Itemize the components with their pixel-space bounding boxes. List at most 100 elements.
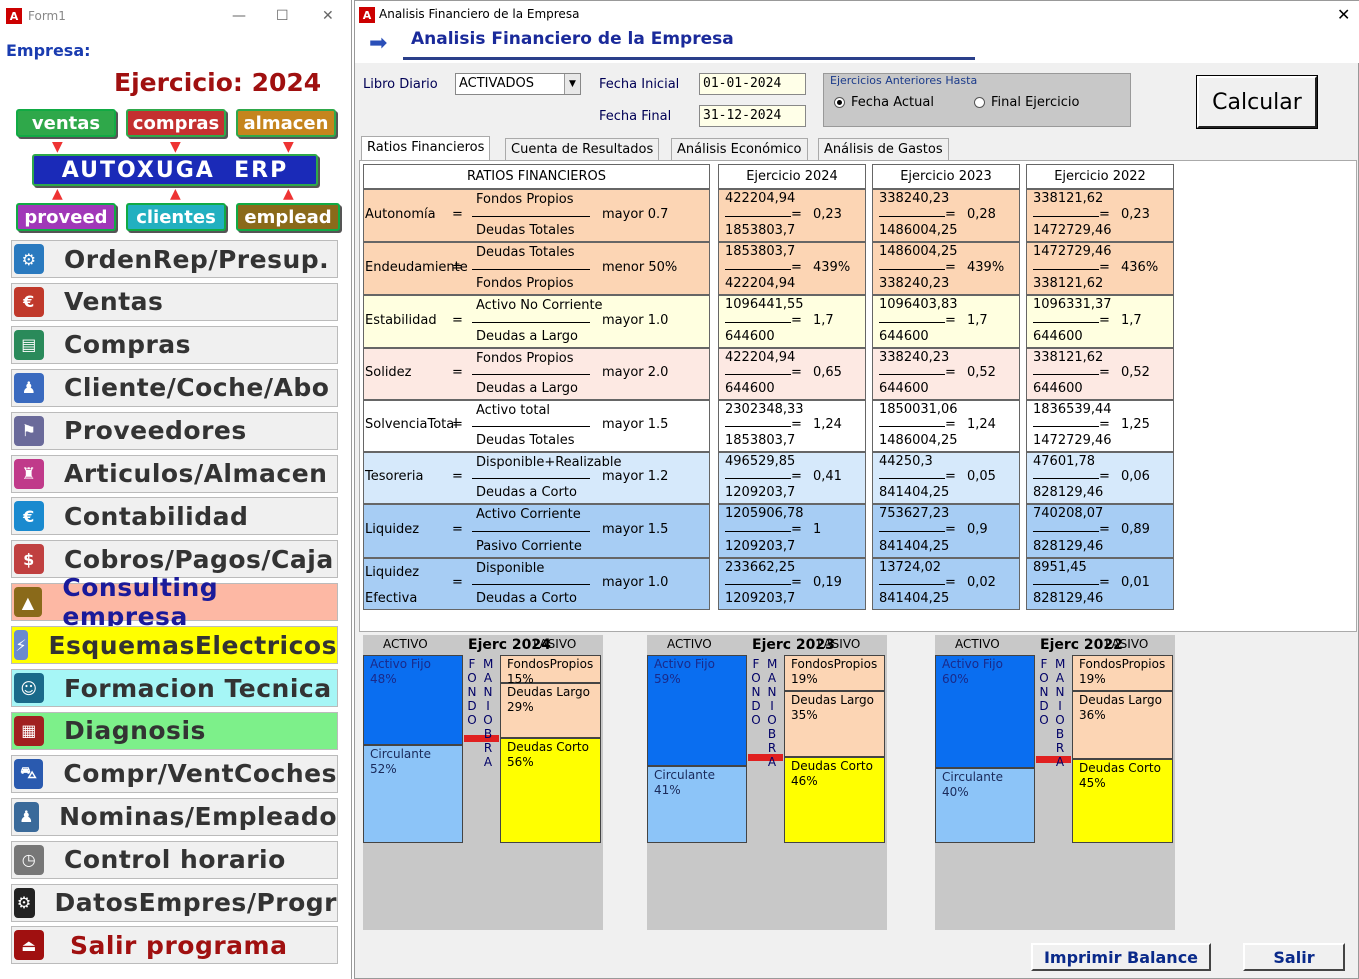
equals-sign: = (945, 260, 956, 275)
ratio-value-cell: 1850031,06 = 1486004,25 1,24 (872, 400, 1020, 452)
ejercicios-group: Ejercicios Anteriores Hasta Fecha Actual… (823, 73, 1131, 127)
fraction-line (472, 478, 590, 479)
almacen-tag[interactable]: almacen (236, 109, 336, 137)
proveed-tag[interactable]: proveed (16, 203, 116, 231)
clients-icon: ♟ (14, 372, 44, 403)
menu-item-2[interactable]: ▤ Compras (11, 325, 338, 364)
block-label: Activo Fijo (654, 657, 715, 671)
fraction-line (472, 374, 590, 375)
menu-item-12[interactable]: ⛍ Compr/VentCoches (11, 754, 338, 793)
diagnosis-icon: ▦ (14, 715, 44, 746)
imprimir-balance-button[interactable]: Imprimir Balance (1031, 943, 1211, 971)
tab-2[interactable]: Análisis Económico (671, 138, 808, 160)
ratio-denominator: Deudas a Largo (476, 329, 579, 344)
menu-item-14[interactable]: ◷ Control horario (11, 840, 338, 879)
minimize-button[interactable]: — (232, 8, 246, 24)
close-button[interactable]: ✕ (322, 8, 334, 24)
value-denominator: 841404,25 (879, 539, 950, 554)
equals-sign: = (945, 207, 956, 222)
fraction-line (879, 216, 945, 217)
fecha-inicial-input[interactable]: 01-01-2024 (699, 73, 806, 95)
menu-item-9[interactable]: ⚡ EsquemasElectricos (11, 626, 338, 665)
libro-select[interactable]: ACTIVADOS ▼ (455, 73, 581, 95)
ratio-denominator: Deudas a Corto (476, 485, 577, 500)
warehouse-icon: ♜ (14, 458, 44, 489)
maniobra-letter: N (767, 685, 777, 699)
menu-item-8[interactable]: ▲ Consulting empresa (11, 573, 338, 631)
tab-0[interactable]: Ratios Financieros (361, 136, 491, 161)
menu-item-5[interactable]: ♜ Articulos/Almacen (11, 454, 338, 493)
salir-button[interactable]: Salir (1243, 943, 1345, 971)
arrow-up-icon: ▲ (170, 186, 181, 202)
value-numerator: 13724,02 (879, 560, 942, 575)
pasivo-label: PASIVO (533, 637, 577, 651)
close-button[interactable]: ✕ (1337, 5, 1350, 24)
year-header: Ejercicio 2022 (1026, 164, 1174, 189)
menu-item-16[interactable]: ⏏ Salir programa (11, 926, 338, 965)
maniobra-letter: A (767, 755, 777, 769)
chevron-down-icon[interactable]: ▼ (564, 74, 580, 94)
fondo-letter: F (1040, 657, 1048, 671)
menu-item-label: EsquemasElectricos (48, 630, 337, 660)
equals-sign: = (791, 417, 802, 432)
equals-sign: = (452, 260, 463, 275)
pasivo-label: PASIVO (817, 637, 861, 651)
maniobra-letter: A (1055, 755, 1065, 769)
block-pct: 52% (370, 762, 397, 776)
menu-item-label: Contabilidad (64, 501, 249, 531)
value-numerator: 1205906,78 (725, 506, 804, 521)
radio-fecha-actual[interactable]: Fecha Actual (834, 95, 934, 110)
equals-sign: = (1099, 575, 1110, 590)
equals-sign: = (791, 260, 802, 275)
calcular-button[interactable]: Calcular (1196, 75, 1318, 129)
radio-final-ejercicio[interactable]: Final Ejercicio (974, 95, 1079, 110)
maximize-button[interactable]: ☐ (276, 8, 289, 24)
ejercicio-label: Ejercicio: 2024 (114, 68, 322, 97)
menu-item-label: Proveedores (64, 416, 247, 446)
ventas-tag[interactable]: ventas (16, 109, 116, 137)
app-icon: A (6, 8, 22, 24)
activo-fijo-block: Activo Fijo 48% (363, 655, 463, 745)
menu-item-4[interactable]: ⚑ Proveedores (11, 411, 338, 450)
equals-sign: = (452, 207, 463, 222)
maniobra-letter: N (483, 685, 493, 699)
menu-item-0[interactable]: ⚙ OrdenRep/Presup. (11, 240, 338, 278)
value-numerator: 338121,62 (1033, 191, 1104, 206)
menu-item-10[interactable]: ☺ Formacion Tecnica (11, 669, 338, 707)
deudas-corto-block: Deudas Corto 45% (1072, 759, 1173, 843)
libro-label: Libro Diario (363, 77, 438, 92)
menu-item-6[interactable]: € Contabilidad (11, 497, 338, 536)
ratio-condition: mayor 0.7 (602, 207, 669, 222)
tab-1[interactable]: Cuenta de Resultados (505, 138, 660, 160)
arrow-down-icon: ▼ (170, 139, 181, 155)
ratio-value-cell: 338121,62 = 644600 0,52 (1026, 348, 1174, 400)
compras-tag[interactable]: compras (126, 109, 226, 137)
block-pct: 46% (791, 774, 818, 788)
empresa-label: Empresa: (6, 41, 91, 60)
menu-item-15[interactable]: ⚙ DatosEmpres/Progr (11, 883, 338, 922)
fraction-line (725, 531, 791, 532)
emplead-tag[interactable]: emplead (236, 203, 340, 231)
year-header: Ejercicio 2023 (872, 164, 1020, 189)
menu-item-label: Diagnosis (64, 716, 206, 746)
ratio-value-cell: 1836539,44 = 1472729,46 1,25 (1026, 400, 1174, 452)
ratio-value-cell: 422204,94 = 1853803,7 0,23 (718, 189, 866, 242)
title-bar: A Analisis Financiero de la Empresa ✕ (355, 1, 1359, 27)
ratio-value-cell: 2302348,33 = 1853803,7 1,24 (718, 400, 866, 452)
ratio-result: 0,02 (967, 575, 996, 590)
clientes-tag[interactable]: clientes (126, 203, 226, 231)
activo-label: ACTIVO (955, 637, 1000, 651)
menu-item-11[interactable]: ▦ Diagnosis (11, 711, 338, 750)
maniobra-letter: M (483, 657, 494, 671)
fondo-letter: N (467, 685, 477, 699)
block-label: Circulante (942, 770, 1003, 784)
menu-item-1[interactable]: € Ventas (11, 282, 338, 321)
menu-item-3[interactable]: ♟ Cliente/Coche/Abo (11, 368, 338, 407)
ratio-value-cell: 47601,78 = 828129,46 0,06 (1026, 452, 1174, 504)
ratio-result: 0,52 (1121, 365, 1150, 380)
tab-3[interactable]: Análisis de Gastos (818, 138, 949, 160)
libro-value: ACTIVADOS (459, 76, 534, 91)
block-label: Deudas Corto (1079, 761, 1161, 775)
fecha-final-input[interactable]: 31-12-2024 (699, 105, 806, 127)
menu-item-13[interactable]: ♟ Nominas/Empleado (11, 797, 338, 836)
